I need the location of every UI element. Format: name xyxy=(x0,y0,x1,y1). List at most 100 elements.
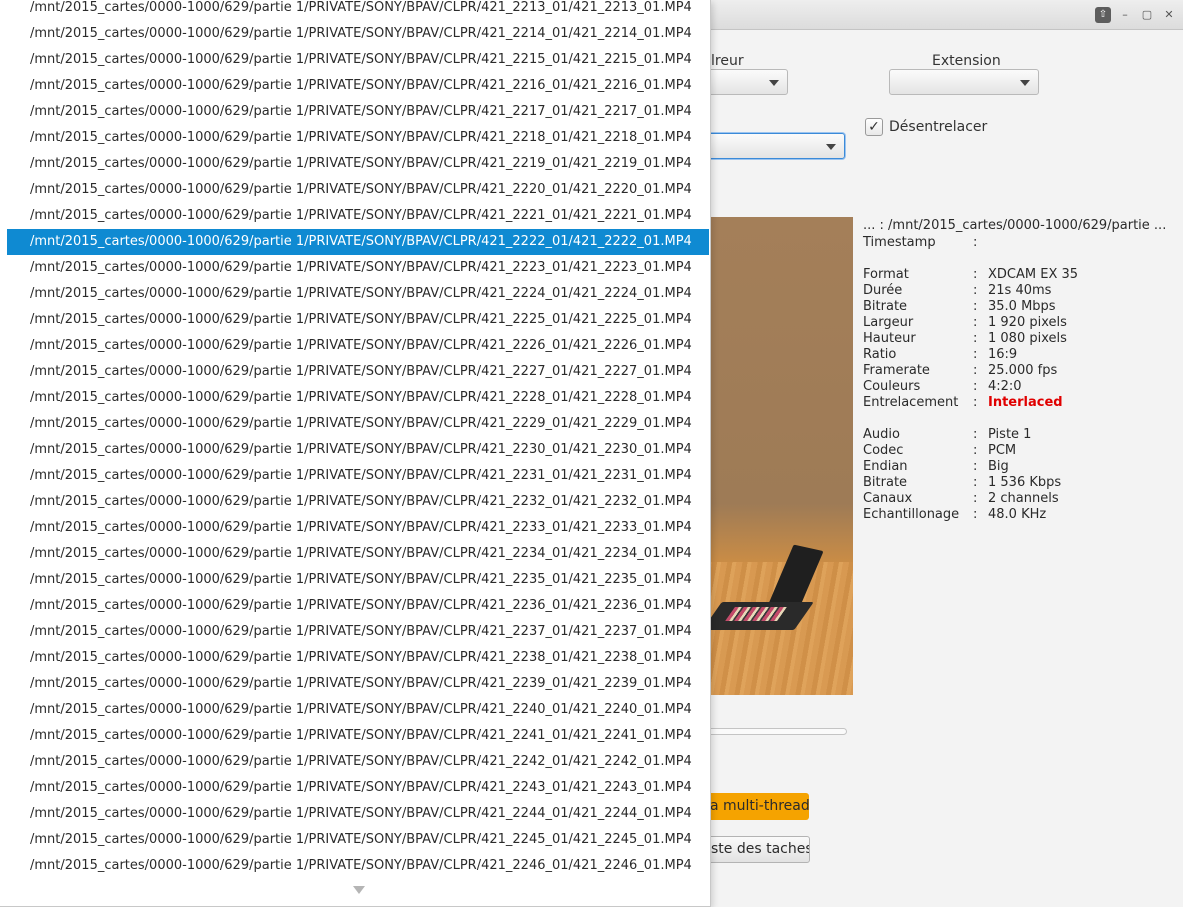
maximize-icon[interactable]: ▢ xyxy=(1139,7,1155,23)
media-info-key: Codec xyxy=(863,443,904,458)
file-list-item[interactable]: /mnt/2015_cartes/0000-1000/629/partie 1/… xyxy=(7,151,709,177)
file-list-item[interactable]: /mnt/2015_cartes/0000-1000/629/partie 1/… xyxy=(7,385,709,411)
file-list-item[interactable]: /mnt/2015_cartes/0000-1000/629/partie 1/… xyxy=(7,411,709,437)
media-info-value: 1 080 pixels xyxy=(988,331,1067,346)
media-info-separator: : xyxy=(973,299,978,314)
file-list-item[interactable]: /mnt/2015_cartes/0000-1000/629/partie 1/… xyxy=(7,853,709,879)
file-list-item[interactable]: /mnt/2015_cartes/0000-1000/629/partie 1/… xyxy=(7,749,709,775)
file-list-item[interactable]: /mnt/2015_cartes/0000-1000/629/partie 1/… xyxy=(7,515,709,541)
file-list-item[interactable]: /mnt/2015_cartes/0000-1000/629/partie 1/… xyxy=(7,359,709,385)
media-info-separator: : xyxy=(973,491,978,506)
task-list-button[interactable]: ste des taches xyxy=(706,836,810,863)
file-list-item[interactable]: /mnt/2015_cartes/0000-1000/629/partie 1/… xyxy=(7,281,709,307)
file-list-item[interactable]: /mnt/2015_cartes/0000-1000/629/partie 1/… xyxy=(7,619,709,645)
popup-left-edge xyxy=(0,0,7,906)
extension-select[interactable] xyxy=(889,69,1039,95)
media-info-value: 21s 40ms xyxy=(988,283,1052,298)
file-list-item[interactable]: /mnt/2015_cartes/0000-1000/629/partie 1/… xyxy=(7,593,709,619)
file-list-item[interactable]: /mnt/2015_cartes/0000-1000/629/partie 1/… xyxy=(7,0,709,21)
file-list-item[interactable]: /mnt/2015_cartes/0000-1000/629/partie 1/… xyxy=(7,229,709,255)
media-info-key: Hauteur xyxy=(863,331,916,346)
file-list-item[interactable]: /mnt/2015_cartes/0000-1000/629/partie 1/… xyxy=(7,645,709,671)
media-info-separator: : xyxy=(973,475,978,490)
close-icon[interactable]: ✕ xyxy=(1161,7,1177,23)
media-info-separator: : xyxy=(973,395,978,410)
media-info-key: Timestamp xyxy=(863,235,936,250)
media-info-key: Couleurs xyxy=(863,379,921,394)
media-path: ... : /mnt/2015_cartes/0000-1000/629/par… xyxy=(863,218,1167,233)
media-info-value: 48.0 KHz xyxy=(988,507,1047,522)
file-list-item[interactable]: /mnt/2015_cartes/0000-1000/629/partie 1/… xyxy=(7,697,709,723)
media-info-key: Audio xyxy=(863,427,900,442)
media-info-value: 25.000 fps xyxy=(988,363,1058,378)
media-info-separator: : xyxy=(973,443,978,458)
file-list-item[interactable]: /mnt/2015_cartes/0000-1000/629/partie 1/… xyxy=(7,723,709,749)
file-list-item[interactable]: /mnt/2015_cartes/0000-1000/629/partie 1/… xyxy=(7,125,709,151)
file-list-item[interactable]: /mnt/2015_cartes/0000-1000/629/partie 1/… xyxy=(7,541,709,567)
preview-scrollbar[interactable] xyxy=(706,728,847,735)
checkmark-icon: ✓ xyxy=(868,119,880,135)
file-list-item[interactable]: /mnt/2015_cartes/0000-1000/629/partie 1/… xyxy=(7,437,709,463)
chevron-down-icon xyxy=(769,80,779,86)
file-list-item[interactable]: /mnt/2015_cartes/0000-1000/629/partie 1/… xyxy=(7,47,709,73)
file-list-item[interactable]: /mnt/2015_cartes/0000-1000/629/partie 1/… xyxy=(7,671,709,697)
chevron-down-icon xyxy=(826,144,836,150)
file-list-item[interactable]: /mnt/2015_cartes/0000-1000/629/partie 1/… xyxy=(7,333,709,359)
media-info-key: Endian xyxy=(863,459,908,474)
media-info-value: XDCAM EX 35 xyxy=(988,267,1079,282)
media-info-key: Durée xyxy=(863,283,903,298)
media-info-value: Piste 1 xyxy=(988,427,1032,442)
media-info-value: Interlaced xyxy=(988,395,1063,410)
media-info-separator: : xyxy=(973,507,978,522)
media-info-separator: : xyxy=(973,363,978,378)
file-select[interactable] xyxy=(706,133,845,159)
media-info-key: Bitrate xyxy=(863,475,908,490)
file-list-item[interactable]: /mnt/2015_cartes/0000-1000/629/partie 1/… xyxy=(7,177,709,203)
preview-laptop-keys xyxy=(725,607,787,621)
window-controls: ⇧ – ▢ ✕ xyxy=(1095,7,1177,23)
file-list-item[interactable]: /mnt/2015_cartes/0000-1000/629/partie 1/… xyxy=(7,99,709,125)
media-info-key: Ratio xyxy=(863,347,897,362)
always-on-top-icon[interactable]: ⇧ xyxy=(1095,7,1111,23)
file-list-item[interactable]: /mnt/2015_cartes/0000-1000/629/partie 1/… xyxy=(7,827,709,853)
media-info-separator: : xyxy=(973,379,978,394)
media-info-value: 4:2:0 xyxy=(988,379,1022,394)
media-info-value: 1 920 pixels xyxy=(988,315,1067,330)
minimize-icon[interactable]: – xyxy=(1117,7,1133,23)
couleur-label: lreur xyxy=(711,53,744,69)
file-list-item[interactable]: /mnt/2015_cartes/0000-1000/629/partie 1/… xyxy=(7,567,709,593)
media-info-key: Entrelacement xyxy=(863,395,959,410)
multithread-button[interactable]: a multi-thread xyxy=(706,793,809,820)
file-list-item[interactable]: /mnt/2015_cartes/0000-1000/629/partie 1/… xyxy=(7,21,709,47)
file-list-item[interactable]: /mnt/2015_cartes/0000-1000/629/partie 1/… xyxy=(7,801,709,827)
media-info-separator: : xyxy=(973,331,978,346)
file-list-item[interactable]: /mnt/2015_cartes/0000-1000/629/partie 1/… xyxy=(7,203,709,229)
media-info-value: 1 536 Kbps xyxy=(988,475,1062,490)
video-preview xyxy=(706,217,853,695)
media-info-separator: : xyxy=(973,283,978,298)
desentrelacer-checkbox[interactable]: ✓ xyxy=(865,118,883,136)
media-info-value: PCM xyxy=(988,443,1017,458)
scroll-down-arrow-icon[interactable] xyxy=(353,886,365,894)
file-list-item[interactable]: /mnt/2015_cartes/0000-1000/629/partie 1/… xyxy=(7,73,709,99)
media-info-value: 2 channels xyxy=(988,491,1059,506)
media-info-key: Framerate xyxy=(863,363,930,378)
file-list-item[interactable]: /mnt/2015_cartes/0000-1000/629/partie 1/… xyxy=(7,463,709,489)
file-list-item[interactable]: /mnt/2015_cartes/0000-1000/629/partie 1/… xyxy=(7,307,709,333)
file-list-item[interactable]: /mnt/2015_cartes/0000-1000/629/partie 1/… xyxy=(7,255,709,281)
media-info-value: Big xyxy=(988,459,1009,474)
file-list-item[interactable]: /mnt/2015_cartes/0000-1000/629/partie 1/… xyxy=(7,489,709,515)
media-info-key: Canaux xyxy=(863,491,913,506)
media-info-separator: : xyxy=(973,235,978,250)
couleur-select[interactable] xyxy=(706,69,788,95)
extension-label: Extension xyxy=(932,53,1001,69)
media-info-value: 35.0 Mbps xyxy=(988,299,1056,314)
media-info-key: Bitrate xyxy=(863,299,908,314)
file-list-item[interactable]: /mnt/2015_cartes/0000-1000/629/partie 1/… xyxy=(7,775,709,801)
desentrelacer-label: Désentrelacer xyxy=(889,119,988,135)
media-info-key: Echantillonage xyxy=(863,507,960,522)
chevron-down-icon xyxy=(1020,80,1030,86)
media-info-separator: : xyxy=(973,315,978,330)
file-dropdown-popup: /mnt/2015_cartes/0000-1000/629/partie 1/… xyxy=(0,0,711,907)
media-info-value: 16:9 xyxy=(988,347,1018,362)
